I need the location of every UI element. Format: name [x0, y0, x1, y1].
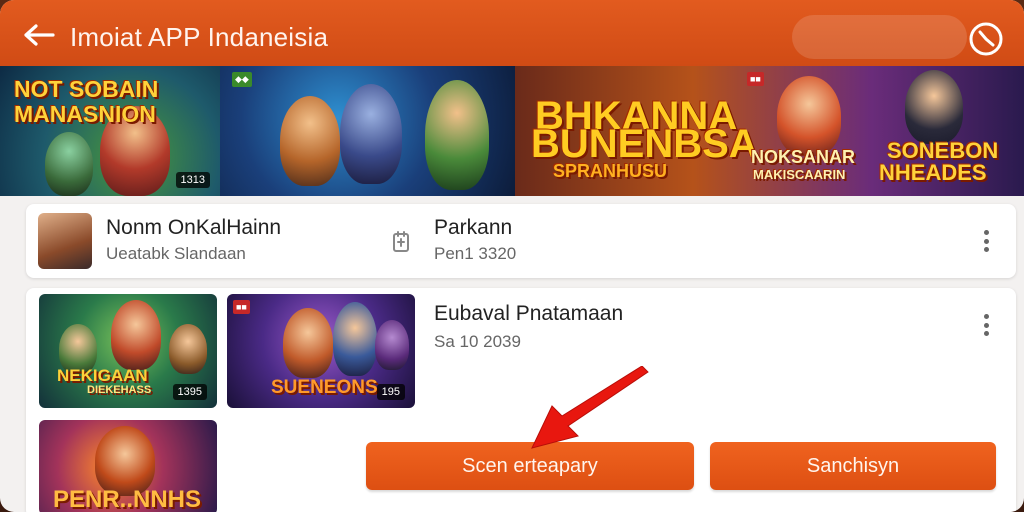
- character-art: [280, 96, 340, 186]
- banner-carousel[interactable]: NOT SOBAIN MANASNION 1313 ◆◆ ■■ BHKANNA …: [0, 66, 1024, 196]
- character-art: [169, 324, 207, 374]
- banner-right-line1: SONEBON: [887, 138, 999, 163]
- item-subtitle: Ueatabk Slandaan: [106, 244, 246, 263]
- banner-middle-line2: MAKISCAARIN: [753, 167, 846, 182]
- thumbnail-badge: 195: [376, 384, 405, 400]
- character-art: [340, 84, 402, 184]
- app-screen: Imoiat APP Indaneisia NOT SOBAIN MANASNI…: [0, 0, 1024, 512]
- banner-logo: ◆◆: [232, 72, 252, 87]
- banner-tile-1[interactable]: NOT SOBAIN MANASNION 1313: [0, 66, 220, 196]
- top-app-bar: Imoiat APP Indaneisia: [0, 0, 1024, 70]
- item-subtitle-secondary: Pen1 3320: [434, 244, 517, 263]
- thumbnail-logo: ■■: [233, 300, 250, 314]
- character-art: [333, 302, 377, 376]
- item-subtitle: Sa 10 2039: [434, 332, 521, 351]
- thumbnail-title: NEKIGAAN: [57, 366, 148, 385]
- thumbnail-title: PENR..NNHS: [53, 486, 202, 512]
- banner-middle-line1: NOKSANAR: [751, 147, 856, 167]
- primary-action-button[interactable]: Scen erteapary: [366, 442, 694, 490]
- app-title: Imoiat APP Indaneisia: [70, 22, 329, 52]
- banner-badge: 1313: [175, 172, 210, 188]
- game-thumbnail[interactable]: ■■ SUENEONS 195: [227, 294, 415, 408]
- banner-title-line1: NOT SOBAIN: [14, 76, 159, 102]
- character-art: [425, 80, 489, 190]
- search-pill[interactable]: [792, 15, 967, 59]
- banner-right-line2: NHEADES: [879, 160, 987, 185]
- character-art: [905, 70, 963, 144]
- banner-title-line2: BUNENBSA: [531, 122, 758, 166]
- avatar: [38, 213, 92, 269]
- item-title: Nonm OnKalHainn: [106, 216, 282, 239]
- character-art: [375, 320, 409, 370]
- banner-subtitle: SPRANHUSU: [553, 161, 668, 181]
- item-title: Eubaval Pnatamaan: [434, 302, 624, 325]
- banner-tile-2[interactable]: ◆◆: [220, 66, 515, 196]
- banner-logo: ■■: [747, 72, 764, 86]
- list-item[interactable]: NEKIGAAN DIEKEHASS 1395 ■■ SUENEONS 195 …: [26, 288, 1016, 512]
- secondary-action-button[interactable]: Sanchisyn: [710, 442, 996, 490]
- thumbnail-subtitle: DIEKEHASS: [87, 384, 152, 396]
- more-vert-icon[interactable]: [976, 312, 996, 338]
- list-item[interactable]: Nonm OnKalHainn Ueatabk Slandaan Parkann…: [26, 204, 1016, 278]
- back-arrow-icon[interactable]: [22, 20, 56, 50]
- clock-icon[interactable]: [966, 20, 1006, 60]
- thumbnail-badge: 1395: [172, 384, 207, 400]
- more-vert-icon[interactable]: [976, 228, 996, 254]
- character-art: [777, 76, 841, 156]
- character-art: [111, 300, 161, 370]
- character-art: [45, 132, 93, 196]
- phone-icon[interactable]: [390, 230, 412, 254]
- character-art: [283, 308, 333, 378]
- banner-tile-3[interactable]: ■■ BHKANNA BUNENBSA SPRANHUSU NOKSANAR M…: [515, 66, 1024, 196]
- game-thumbnail[interactable]: NEKIGAAN DIEKEHASS 1395: [39, 294, 217, 408]
- banner-title-line2: MANASNION: [14, 101, 156, 127]
- game-thumbnail[interactable]: PENR..NNHS: [39, 420, 217, 512]
- thumbnail-title: SUENEONS: [271, 377, 378, 398]
- item-title-secondary: Parkann: [434, 216, 513, 239]
